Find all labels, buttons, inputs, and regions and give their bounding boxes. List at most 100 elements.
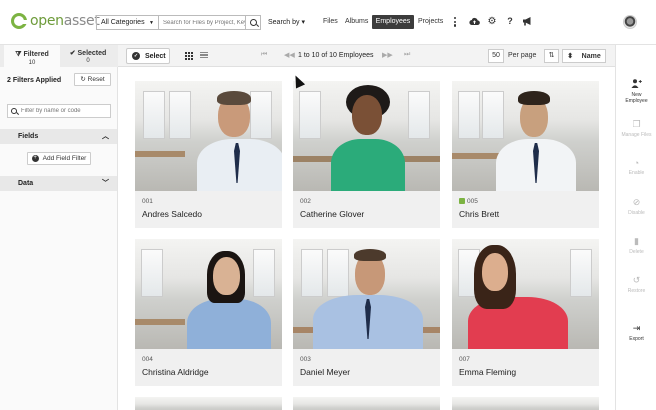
help-icon[interactable]: ? [504, 15, 516, 27]
logo-mark-icon [11, 13, 28, 29]
filter-icon: ⧩ [15, 51, 22, 58]
announcement-icon[interactable] [521, 15, 533, 27]
export-label: Export [629, 336, 644, 342]
employee-name: Catherine Glover [300, 209, 365, 219]
employee-card-partial[interactable] [293, 397, 440, 410]
openasset-logo[interactable]: openasset [11, 13, 100, 29]
logo-text-asset: asset [63, 13, 100, 29]
new-employee-label-2: Employee [625, 98, 648, 104]
employee-card-partial[interactable] [452, 397, 599, 410]
results-toolbar: ✓ Select ⏮ ◀◀ 1 to 10 of 10 Employees ▶▶… [118, 45, 615, 67]
list-view-icon[interactable] [200, 52, 208, 60]
employee-name: Christina Aldridge [142, 367, 209, 377]
filter-by-name-input[interactable] [20, 108, 110, 114]
export-icon: ⇥ [632, 323, 641, 333]
employee-code: 002 [300, 198, 311, 205]
employee-code: 005 [467, 198, 478, 205]
chevron-down-icon: ﹀ [102, 180, 109, 187]
delete-button[interactable]: ▮ Delete [616, 236, 656, 255]
user-avatar[interactable] [623, 15, 637, 29]
add-field-filter-label: Add Field Filter [42, 155, 87, 162]
filter-panel: ⧩ Filtered 10 ✔ Selected 0 2 Filters App… [0, 45, 118, 410]
employee-card[interactable]: 001 Andres Salcedo [135, 81, 282, 228]
sort-caret-icon: ⬍ [567, 53, 574, 60]
fields-label: Fields [18, 133, 39, 140]
pagination-text: 1 to 10 of 10 Employees [298, 52, 374, 59]
employee-code: 001 [142, 198, 153, 205]
search-button[interactable] [245, 16, 260, 29]
select-label: Select [145, 52, 166, 60]
sort-by-dropdown[interactable]: ⬍ Name [562, 49, 606, 63]
per-page-label: Per page [508, 52, 537, 59]
last-page-icon[interactable]: ⏭ [404, 51, 410, 59]
category-select[interactable]: All Categories ▼ [96, 15, 158, 30]
employee-name: Chris Brett [459, 209, 500, 219]
logo-text-open: open [30, 13, 64, 29]
next-page-icon[interactable]: ▶▶ [382, 51, 393, 59]
restore-icon: ↺ [632, 275, 641, 285]
search-icon [11, 108, 17, 114]
tag-icon [459, 198, 465, 204]
employee-name: Emma Fleming [459, 367, 517, 377]
reset-button[interactable]: ↻ Reset [74, 73, 111, 86]
search-icon [249, 19, 257, 26]
caret-down-icon: ▼ [149, 19, 154, 26]
employee-card-partial[interactable] [135, 397, 282, 410]
employee-card[interactable]: 007 Emma Fleming [452, 239, 599, 386]
filter-tabs: ⧩ Filtered 10 ✔ Selected 0 [0, 45, 118, 67]
employee-card[interactable]: 004 Christina Aldridge [135, 239, 282, 386]
sort-direction-icon[interactable]: ⇅ [544, 49, 559, 63]
tab-filtered[interactable]: ⧩ Filtered 10 [4, 45, 60, 67]
employee-code: 003 [300, 356, 311, 363]
search-by-dropdown[interactable]: Search by ▾ [268, 18, 305, 26]
employee-photo [135, 81, 282, 191]
tab-filtered-count: 10 [28, 60, 36, 66]
nav-albums[interactable]: Albums [345, 18, 368, 25]
reset-icon: ↻ [80, 76, 86, 83]
top-bar: openasset All Categories ▼ Search by ▾ F… [0, 0, 656, 45]
search-box [158, 15, 261, 30]
add-field-filter-button[interactable]: + Add Field Filter [27, 152, 91, 165]
filter-by-name-box [7, 104, 111, 118]
restore-label: Restore [627, 288, 646, 294]
per-page-input[interactable]: 50 [488, 49, 504, 63]
caret-down-icon: ▾ [301, 19, 305, 26]
cloud-upload-icon[interactable] [468, 15, 480, 27]
first-page-icon[interactable]: ⏮ [261, 51, 267, 59]
export-button[interactable]: ⇥ Export [616, 323, 656, 342]
fields-section-header[interactable]: Fields ︿ [0, 129, 117, 144]
nav-files[interactable]: Files [323, 18, 338, 25]
employee-grid: 001 Andres Salcedo 002 Catherine Glover [118, 67, 615, 410]
search-input[interactable] [159, 16, 245, 29]
nav-projects[interactable]: Projects [418, 18, 443, 25]
select-button[interactable]: ✓ Select [126, 48, 170, 64]
filters-applied-text: 2 Filters Applied [7, 77, 62, 84]
data-section-header[interactable]: Data ﹀ [0, 176, 117, 191]
previous-page-icon[interactable]: ◀◀ [284, 51, 295, 59]
search-by-label: Search by [268, 19, 300, 26]
trash-icon: ▮ [634, 236, 639, 246]
kebab-menu-icon[interactable] [454, 17, 457, 27]
nav-employees[interactable]: Employees [372, 15, 414, 29]
sort-by-label: Name [581, 52, 601, 60]
employee-code: 004 [142, 356, 153, 363]
manage-files-button[interactable]: ❐ Manage Files [616, 119, 656, 138]
employee-photo [452, 81, 599, 191]
delete-label: Delete [629, 249, 644, 255]
restore-button[interactable]: ↺ Restore [616, 275, 656, 294]
enable-button[interactable]: ◔ Enable [616, 158, 656, 176]
employee-photo [293, 239, 440, 349]
manage-files-icon: ❐ [632, 119, 641, 129]
disable-button[interactable]: ⊘ Disable [616, 197, 656, 216]
grid-view-icon[interactable] [185, 52, 193, 60]
employee-name: Daniel Meyer [300, 367, 351, 377]
gear-icon[interactable]: ⚙ [486, 15, 498, 27]
actions-panel: New Employee ❐ Manage Files ◔ Enable ⊘ D… [615, 45, 656, 410]
tab-selected[interactable]: ✔ Selected 0 [60, 45, 116, 67]
employee-card[interactable]: 005 Chris Brett [452, 81, 599, 228]
employee-card[interactable]: 002 Catherine Glover [293, 81, 440, 228]
employee-card[interactable]: 003 Daniel Meyer [293, 239, 440, 386]
new-employee-button[interactable]: New Employee [616, 79, 656, 104]
disable-icon: ⊘ [632, 197, 641, 207]
manage-files-label: Manage Files [621, 132, 652, 138]
